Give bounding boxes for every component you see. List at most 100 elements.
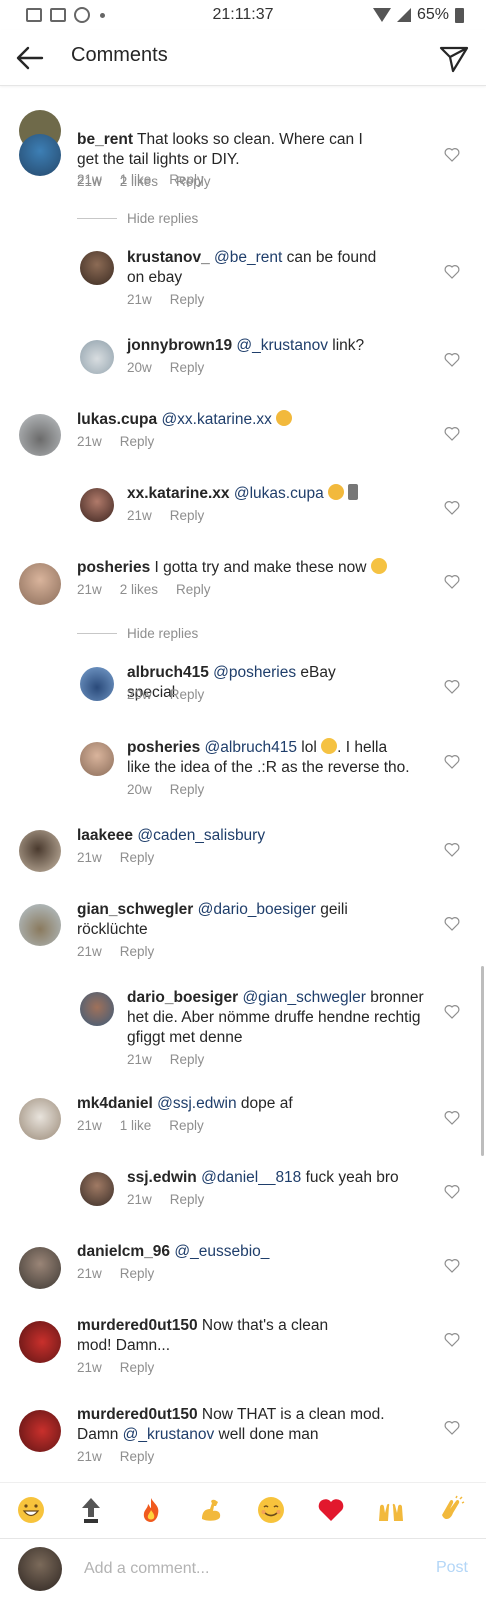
mention-link[interactable]: @daniel__818: [201, 1169, 301, 1186]
reply-button[interactable]: Reply: [170, 782, 205, 797]
like-heart-icon[interactable]: [444, 679, 460, 694]
mention-link[interactable]: @be_rent: [214, 249, 282, 266]
reply-button[interactable]: Reply: [170, 1052, 205, 1067]
username[interactable]: lukas.cupa: [77, 411, 157, 428]
like-heart-icon[interactable]: [444, 500, 460, 515]
avatar[interactable]: [19, 1247, 61, 1289]
avatar[interactable]: [80, 340, 114, 374]
username[interactable]: jonnybrown19: [127, 337, 232, 354]
smile-emoji-button[interactable]: [254, 1493, 288, 1527]
username[interactable]: murdered0ut150: [77, 1317, 198, 1334]
hide-replies-button[interactable]: Hide replies: [77, 626, 198, 641]
like-heart-icon[interactable]: [444, 264, 460, 279]
username[interactable]: posheries: [127, 739, 200, 756]
avatar[interactable]: [19, 414, 61, 456]
like-heart-icon[interactable]: [444, 574, 460, 589]
username[interactable]: dario_boesiger: [127, 989, 238, 1006]
avatar[interactable]: [80, 992, 114, 1026]
mention-link[interactable]: @dario_boesiger: [198, 901, 316, 918]
avatar[interactable]: [19, 1098, 61, 1140]
like-heart-icon[interactable]: [444, 1184, 460, 1199]
username[interactable]: krustanov_: [127, 249, 210, 266]
like-heart-icon[interactable]: [444, 842, 460, 857]
raised-hands-emoji-button[interactable]: [374, 1493, 408, 1527]
like-count[interactable]: 1 like: [120, 1118, 152, 1133]
username[interactable]: xx.katarine.xx: [127, 485, 230, 502]
username[interactable]: laakeee: [77, 827, 133, 844]
like-heart-icon[interactable]: [444, 1258, 460, 1273]
like-heart-icon[interactable]: [444, 426, 460, 441]
avatar[interactable]: [80, 1172, 114, 1206]
avatar[interactable]: [19, 904, 61, 946]
avatar[interactable]: [80, 488, 114, 522]
reply-button[interactable]: Reply: [170, 292, 205, 307]
reply-button[interactable]: Reply: [120, 434, 155, 449]
mention-link[interactable]: @albruch415: [205, 739, 297, 756]
mention-link[interactable]: @gian_schwegler: [242, 989, 365, 1006]
like-heart-icon[interactable]: [444, 1420, 460, 1435]
reply-button[interactable]: Reply: [120, 1360, 155, 1375]
username[interactable]: mk4daniel: [77, 1095, 153, 1112]
fire-emoji-button[interactable]: [134, 1493, 168, 1527]
clap-emoji-button[interactable]: [434, 1493, 468, 1527]
like-heart-icon[interactable]: [444, 352, 460, 367]
comment-composer: Post: [0, 1538, 486, 1600]
avatar[interactable]: [80, 667, 114, 701]
reply-button[interactable]: Reply: [120, 1266, 155, 1281]
reply-button[interactable]: Reply: [170, 508, 205, 523]
avatar[interactable]: [19, 563, 61, 605]
username[interactable]: gian_schwegler: [77, 901, 193, 918]
mention-link[interactable]: @_eussebio_: [174, 1243, 269, 1260]
heart-emoji-button[interactable]: [314, 1493, 348, 1527]
username[interactable]: murdered0ut150: [77, 1406, 198, 1423]
avatar[interactable]: [19, 1410, 61, 1452]
username[interactable]: posheries: [77, 559, 150, 576]
reply-button[interactable]: Reply: [120, 944, 155, 959]
avatar[interactable]: [80, 251, 114, 285]
muscle-emoji-button[interactable]: [194, 1493, 228, 1527]
reply-button[interactable]: Reply: [176, 174, 211, 189]
like-heart-icon[interactable]: [444, 1110, 460, 1125]
reply-button[interactable]: Reply: [120, 1449, 155, 1464]
username[interactable]: albruch415: [127, 664, 209, 681]
username[interactable]: ssj.edwin: [127, 1169, 197, 1186]
mention-link[interactable]: @ssj.edwin: [157, 1095, 236, 1112]
like-heart-icon[interactable]: [444, 1332, 460, 1347]
reply-button[interactable]: Reply: [170, 1192, 205, 1207]
back-arrow-icon[interactable]: [12, 40, 48, 76]
grin-emoji-icon: [18, 1497, 44, 1523]
comment-list[interactable]: 21w 1 like Reply be_rent That looks so c…: [0, 86, 486, 1482]
reply-button[interactable]: Reply: [169, 1118, 204, 1133]
reply-button[interactable]: Reply: [170, 360, 205, 375]
mention-link[interactable]: @_krustanov: [123, 1426, 215, 1443]
username[interactable]: danielcm_96: [77, 1243, 170, 1260]
post-button[interactable]: Post: [436, 1559, 468, 1577]
like-heart-icon[interactable]: [444, 147, 460, 162]
reply-button[interactable]: Reply: [176, 582, 211, 597]
current-user-avatar[interactable]: [18, 1547, 62, 1591]
mention-link[interactable]: @posheries: [213, 664, 296, 681]
mention-link[interactable]: @_krustanov: [236, 337, 328, 354]
top-emoji-button[interactable]: [74, 1493, 108, 1527]
wifi-icon: [372, 8, 391, 22]
avatar[interactable]: [19, 830, 61, 872]
like-count[interactable]: 2 likes: [120, 174, 158, 189]
reply-button[interactable]: Reply: [120, 850, 155, 865]
grin-emoji-button[interactable]: [14, 1493, 48, 1527]
like-heart-icon[interactable]: [444, 754, 460, 769]
comment-input[interactable]: [84, 1555, 404, 1583]
mention-link[interactable]: @xx.katarine.xx: [161, 411, 272, 428]
like-heart-icon[interactable]: [444, 1004, 460, 1019]
direct-send-icon[interactable]: [436, 40, 472, 76]
hide-replies-button[interactable]: Hide replies: [77, 211, 198, 226]
like-count[interactable]: 2 likes: [120, 582, 158, 597]
mention-link[interactable]: @caden_salisbury: [137, 827, 265, 844]
avatar[interactable]: [19, 134, 61, 176]
avatar[interactable]: [19, 1321, 61, 1363]
scrollbar[interactable]: [481, 966, 484, 1156]
like-heart-icon[interactable]: [444, 916, 460, 931]
mention-link[interactable]: @lukas.cupa: [234, 485, 324, 502]
avatar[interactable]: [80, 742, 114, 776]
reply-button[interactable]: Reply: [170, 687, 205, 702]
username[interactable]: be_rent: [77, 131, 133, 148]
